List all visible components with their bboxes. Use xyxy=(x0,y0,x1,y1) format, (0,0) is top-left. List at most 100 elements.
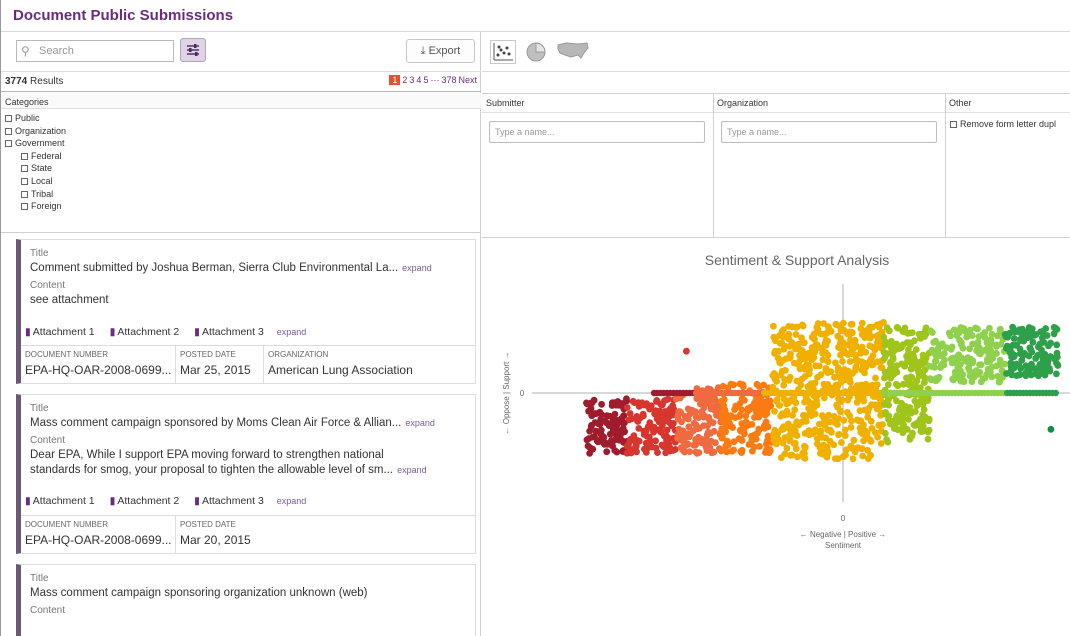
data-point[interactable] xyxy=(872,401,879,409)
data-point[interactable] xyxy=(586,450,593,457)
data-point[interactable] xyxy=(719,433,726,441)
data-point[interactable] xyxy=(771,407,778,415)
data-point[interactable] xyxy=(674,416,682,423)
data-point[interactable] xyxy=(594,437,602,444)
data-point[interactable] xyxy=(894,382,902,390)
data-point[interactable] xyxy=(805,431,813,439)
data-point[interactable] xyxy=(966,372,974,380)
data-point[interactable] xyxy=(741,430,748,438)
data-point[interactable] xyxy=(642,448,650,456)
data-point[interactable] xyxy=(893,397,900,405)
data-point[interactable] xyxy=(925,426,933,434)
pie-chart-icon[interactable] xyxy=(524,40,548,64)
data-point[interactable] xyxy=(612,400,620,408)
data-point[interactable] xyxy=(741,396,748,404)
data-point[interactable] xyxy=(778,339,786,347)
data-point[interactable] xyxy=(918,428,926,435)
data-point[interactable] xyxy=(611,410,619,418)
data-point[interactable] xyxy=(770,322,777,330)
data-point[interactable] xyxy=(837,351,844,359)
data-point[interactable] xyxy=(647,402,655,410)
attachment-link-2[interactable]: ▮ Attachment 2 xyxy=(110,495,180,507)
remove-duplicates-option[interactable]: Remove form letter dupl xyxy=(950,119,1056,129)
data-point[interactable] xyxy=(863,434,871,442)
data-point[interactable] xyxy=(830,412,838,420)
data-point[interactable] xyxy=(820,330,828,338)
checkbox[interactable] xyxy=(5,115,12,122)
data-point[interactable] xyxy=(770,370,778,377)
data-point[interactable] xyxy=(802,443,809,451)
data-point[interactable] xyxy=(1001,331,1009,339)
data-point[interactable] xyxy=(938,340,946,348)
data-point[interactable] xyxy=(737,448,745,455)
data-point[interactable] xyxy=(770,430,778,438)
data-point[interactable] xyxy=(958,339,965,347)
data-point[interactable] xyxy=(898,360,906,368)
data-point[interactable] xyxy=(705,400,712,408)
data-point[interactable] xyxy=(770,333,778,341)
data-point[interactable] xyxy=(783,333,790,340)
data-point[interactable] xyxy=(949,375,957,383)
data-point[interactable] xyxy=(1053,370,1060,378)
data-point[interactable] xyxy=(837,323,844,331)
data-point[interactable] xyxy=(866,323,873,331)
data-point[interactable] xyxy=(1053,353,1060,361)
data-point[interactable] xyxy=(823,443,831,451)
category-federal[interactable]: Federal xyxy=(5,150,66,163)
data-point[interactable] xyxy=(867,417,875,425)
data-point[interactable] xyxy=(793,377,801,385)
data-point[interactable] xyxy=(586,407,593,415)
data-point[interactable] xyxy=(847,424,855,431)
category-local[interactable]: Local xyxy=(5,175,66,188)
data-point[interactable] xyxy=(851,448,859,456)
data-point[interactable] xyxy=(841,426,849,434)
data-point[interactable] xyxy=(761,405,769,413)
submission-card[interactable]: Title Mass comment campaign sponsoring o… xyxy=(16,564,476,636)
data-point[interactable] xyxy=(623,395,630,403)
data-point[interactable] xyxy=(741,424,748,431)
data-point[interactable] xyxy=(805,382,813,390)
data-point[interactable] xyxy=(787,350,794,358)
data-point[interactable] xyxy=(960,325,968,332)
checkbox[interactable] xyxy=(21,203,28,211)
data-point[interactable] xyxy=(753,380,761,388)
data-point[interactable] xyxy=(822,349,830,357)
data-point[interactable] xyxy=(865,404,873,412)
data-point[interactable] xyxy=(919,360,927,367)
data-point[interactable] xyxy=(762,440,770,448)
checkbox[interactable] xyxy=(21,190,28,198)
data-point[interactable] xyxy=(693,450,701,457)
data-point[interactable] xyxy=(692,413,700,421)
data-point[interactable] xyxy=(906,436,914,443)
data-point[interactable] xyxy=(685,423,693,431)
data-point[interactable] xyxy=(1052,324,1059,332)
data-point[interactable] xyxy=(748,437,756,445)
attachment-link-3[interactable]: ▮ Attachment 3 xyxy=(194,495,264,507)
data-point[interactable] xyxy=(834,367,842,375)
data-point[interactable] xyxy=(658,416,665,424)
data-point[interactable] xyxy=(881,341,889,349)
checkbox[interactable] xyxy=(21,177,28,185)
data-point[interactable] xyxy=(839,358,846,365)
data-point[interactable] xyxy=(915,368,922,376)
data-point[interactable] xyxy=(778,426,786,433)
data-point[interactable] xyxy=(793,418,801,426)
data-point[interactable] xyxy=(813,323,821,331)
data-point[interactable] xyxy=(1018,325,1026,333)
data-point[interactable] xyxy=(975,344,983,351)
data-point[interactable] xyxy=(1004,343,1012,350)
data-point[interactable] xyxy=(646,419,654,427)
data-point[interactable] xyxy=(704,422,711,430)
data-point[interactable] xyxy=(1047,353,1054,360)
data-point[interactable] xyxy=(818,412,826,419)
category-foreign[interactable]: Foreign xyxy=(5,200,66,213)
data-point[interactable] xyxy=(883,436,890,443)
data-point[interactable] xyxy=(647,443,655,451)
data-point[interactable] xyxy=(721,406,729,414)
data-point[interactable] xyxy=(1032,331,1040,338)
data-point[interactable] xyxy=(903,374,910,382)
data-point[interactable] xyxy=(842,451,849,459)
data-point[interactable] xyxy=(780,326,787,334)
attachment-link-2[interactable]: ▮ Attachment 2 xyxy=(110,326,180,338)
data-point[interactable] xyxy=(633,414,641,422)
